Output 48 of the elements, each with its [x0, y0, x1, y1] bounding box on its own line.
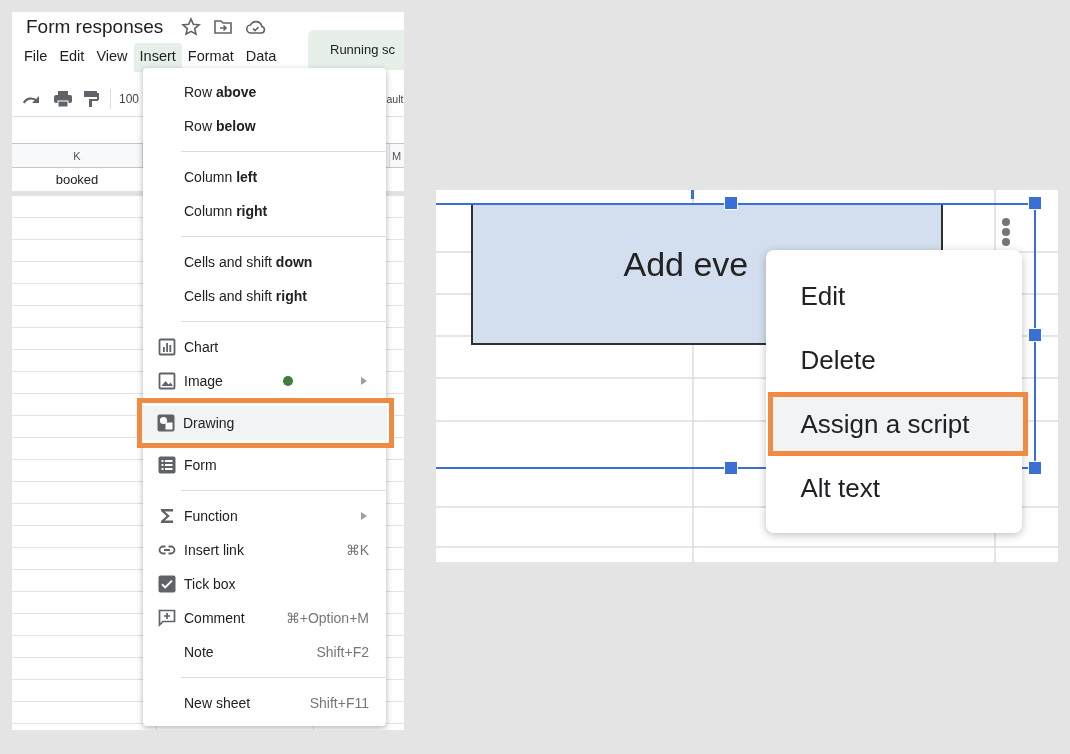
resize-handle[interactable]	[1028, 461, 1043, 475]
print-icon[interactable]	[53, 90, 73, 108]
menu-item[interactable]: New sheet Shift+F11	[143, 686, 386, 720]
shape-text: Add eve	[623, 245, 749, 284]
column-header[interactable]: M	[390, 144, 405, 167]
comment-icon	[158, 609, 176, 627]
menu-item[interactable]: Row below	[143, 109, 386, 143]
menu-item[interactable]: Form	[143, 448, 386, 482]
zoom-select[interactable]: 100	[119, 92, 140, 106]
resize-handle[interactable]	[724, 196, 739, 210]
more-icon[interactable]	[1001, 218, 1012, 246]
menu-bar-item[interactable]: Edit	[53, 43, 91, 69]
font-select[interactable]: ault	[386, 93, 405, 105]
shapes-icon	[157, 414, 175, 432]
menu-item[interactable]: Cells and shift down	[143, 245, 386, 279]
menu-item[interactable]: Drawing	[137, 398, 394, 448]
menu-item[interactable]: Alt text	[766, 456, 1023, 520]
star-icon[interactable]	[181, 17, 202, 37]
menu-item[interactable]: Cells and shift right	[143, 279, 386, 313]
document-title: Form responses	[26, 16, 164, 38]
checkbox-icon	[158, 575, 176, 593]
chart-icon	[158, 338, 176, 356]
menu-item[interactable]: Image	[143, 364, 386, 398]
menu-item[interactable]: Function	[143, 499, 386, 533]
menu-bar-item[interactable]: File	[18, 43, 54, 69]
resize-handle[interactable]	[724, 461, 739, 475]
paint-format-icon[interactable]	[83, 90, 99, 108]
folder-icon[interactable]	[213, 17, 234, 37]
menu-item[interactable]: Column left	[143, 160, 386, 194]
menu-item[interactable]: Note Shift+F2	[143, 635, 386, 669]
menu-item[interactable]: Tick box	[143, 567, 386, 601]
menu-bar-item[interactable]: Data	[239, 43, 283, 69]
sigma-icon	[158, 507, 176, 525]
menu-item[interactable]: Assign a script	[768, 392, 1029, 456]
list-icon	[158, 456, 176, 474]
menu-item[interactable]: Comment ⌘+Option+M	[143, 601, 386, 635]
menu-item[interactable]: Insert link ⌘K	[143, 533, 386, 567]
toast: Running sc	[308, 30, 405, 70]
resize-handle[interactable]	[1028, 328, 1043, 342]
menu-bar-item[interactable]: Insert	[133, 43, 182, 72]
menu-item[interactable]: Chart	[143, 330, 386, 364]
menu-item[interactable]: Column right	[143, 194, 386, 228]
menu-bar-item[interactable]: Format	[181, 43, 240, 69]
menu-bar-item[interactable]: View	[90, 43, 134, 69]
image-icon	[158, 372, 176, 390]
resize-handle[interactable]	[1028, 196, 1043, 210]
table-cell-text: booked	[54, 171, 100, 189]
menu-item[interactable]: Row above	[143, 75, 386, 109]
